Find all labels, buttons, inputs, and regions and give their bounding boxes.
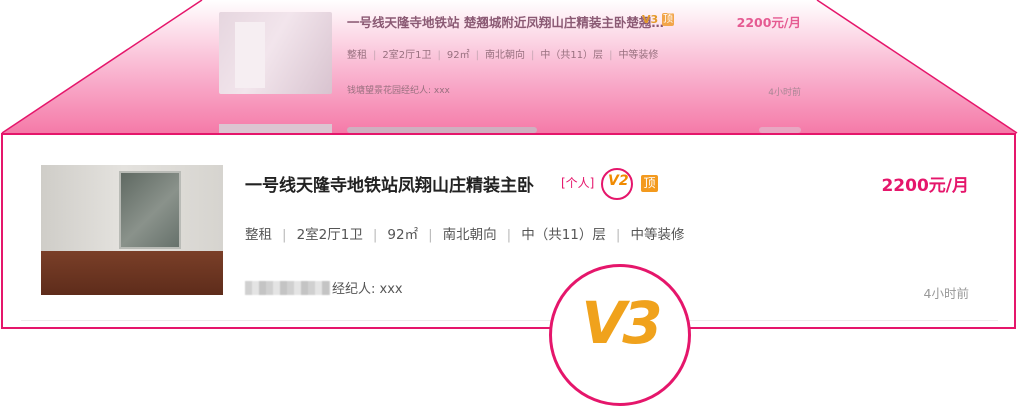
- meta-orientation: 南北朝向: [442, 227, 497, 243]
- blurred-community-name: [245, 281, 330, 295]
- listing-meta: 整租 | 2室2厅1卫 | 92㎡ | 南北朝向 | 中（共11）层 | 中等装修: [245, 223, 684, 243]
- meta-decoration: 中等装修: [618, 50, 659, 61]
- meta-floor: 中（共11）层: [521, 227, 606, 243]
- meta-floor: 中（共11）层: [540, 50, 604, 61]
- meta-orientation: 南北朝向: [484, 50, 525, 61]
- separator: |: [282, 227, 287, 243]
- preview-time: 4小时前: [768, 88, 801, 98]
- preview-title[interactable]: 一号线天隆寺地铁站 楚翘城附近凤翔山庄精装主卧楚翘…: [347, 12, 664, 31]
- separator: |: [506, 227, 512, 243]
- preview-price: 2200元/月: [736, 15, 801, 30]
- door-shape: [235, 22, 265, 88]
- room-floor: [41, 251, 223, 295]
- meta-decoration: 中等装修: [630, 227, 685, 243]
- separator: |: [372, 227, 378, 243]
- preview-listing[interactable]: 一号线天隆寺地铁站 楚翘城附近凤翔山庄精装主卧楚翘… V3 顶 2200元/月 …: [202, 0, 817, 110]
- meta-rent-type: 整租: [347, 50, 367, 61]
- next-listing-thumbnail: [219, 124, 332, 133]
- preview-meta: 整租 | 2室2厅1卫 | 92㎡ | 南北朝向 | 中（共11）层 | 中等装修: [347, 46, 658, 61]
- preview-strip: 一号线天隆寺地铁站 楚翘城附近凤翔山庄精装主卧楚翘… V3 顶 2200元/月 …: [202, 0, 817, 133]
- separator: |: [428, 227, 433, 243]
- meta-layout: 2室2厅1卫: [296, 227, 363, 243]
- listing-card[interactable]: 一号线天隆寺地铁站凤翔山庄精装主卧 [个人] V2 顶 2200元/月 整租 | 2…: [1, 133, 1016, 329]
- separator: |: [615, 227, 621, 243]
- top-pin-icon: 顶: [662, 13, 674, 26]
- listing-time: 4小时前: [923, 286, 969, 301]
- v-level-icon: V3: [581, 289, 662, 357]
- separator: |: [609, 50, 613, 61]
- meta-area: 92㎡: [446, 50, 470, 61]
- separator: |: [437, 50, 441, 61]
- meta-rent-type: 整租: [245, 227, 272, 243]
- listing-title[interactable]: 一号线天隆寺地铁站凤翔山庄精装主卧: [245, 171, 534, 196]
- meta-layout: 2室2厅1卫: [382, 50, 432, 61]
- v-level-icon: V3: [642, 13, 659, 26]
- agent-label: 经纪人: xxx: [332, 282, 403, 297]
- meta-area: 92㎡: [387, 227, 419, 243]
- personal-tag: [个人]: [561, 176, 595, 190]
- preview-agent: 钱塘望景花园经纪人: xxx: [347, 86, 450, 96]
- preview-thumbnail[interactable]: [219, 12, 332, 94]
- separator: |: [373, 50, 377, 61]
- listing-agent: 经纪人: xxx: [245, 278, 403, 297]
- zoom-focus-ring: [601, 168, 633, 200]
- top-pin-icon: 顶: [641, 175, 658, 192]
- listing-thumbnail[interactable]: [41, 165, 223, 295]
- room-window: [119, 171, 181, 249]
- separator: |: [530, 50, 535, 61]
- listing-price: 2200元/月: [881, 176, 969, 196]
- zoom-magnifier: V3: [549, 264, 691, 406]
- separator: |: [475, 50, 479, 61]
- divider: [21, 320, 998, 321]
